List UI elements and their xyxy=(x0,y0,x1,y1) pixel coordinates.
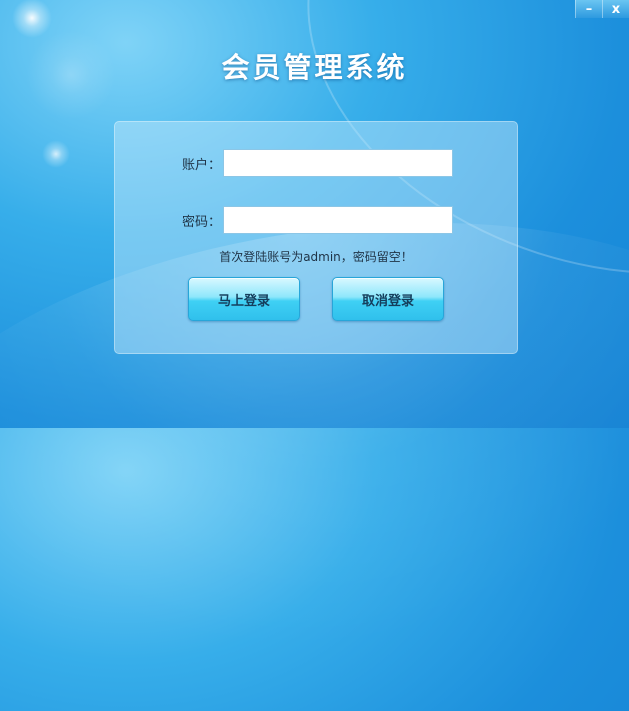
background-sparkle xyxy=(12,0,52,38)
close-button[interactable]: x xyxy=(602,0,629,18)
login-button[interactable]: 马上登录 xyxy=(188,277,300,321)
account-row: 账户： xyxy=(173,149,453,177)
app-title: 会员管理系统 xyxy=(221,51,408,84)
background-sparkle xyxy=(42,140,70,168)
account-input[interactable] xyxy=(223,149,453,177)
minimize-button[interactable]: – xyxy=(575,0,602,18)
cancel-button[interactable]: 取消登录 xyxy=(332,277,444,321)
password-row: 密码： xyxy=(173,206,453,234)
account-label: 账户： xyxy=(181,157,221,173)
login-panel: 账户： 密码： 首次登陆账号为admin，密码留空！ 马上登录 取消登录 xyxy=(114,121,518,354)
password-label: 密码： xyxy=(181,214,221,230)
login-hint: 首次登陆账号为admin，密码留空！ xyxy=(219,250,413,264)
password-input[interactable] xyxy=(223,206,453,234)
window-controls: – x xyxy=(575,0,629,18)
